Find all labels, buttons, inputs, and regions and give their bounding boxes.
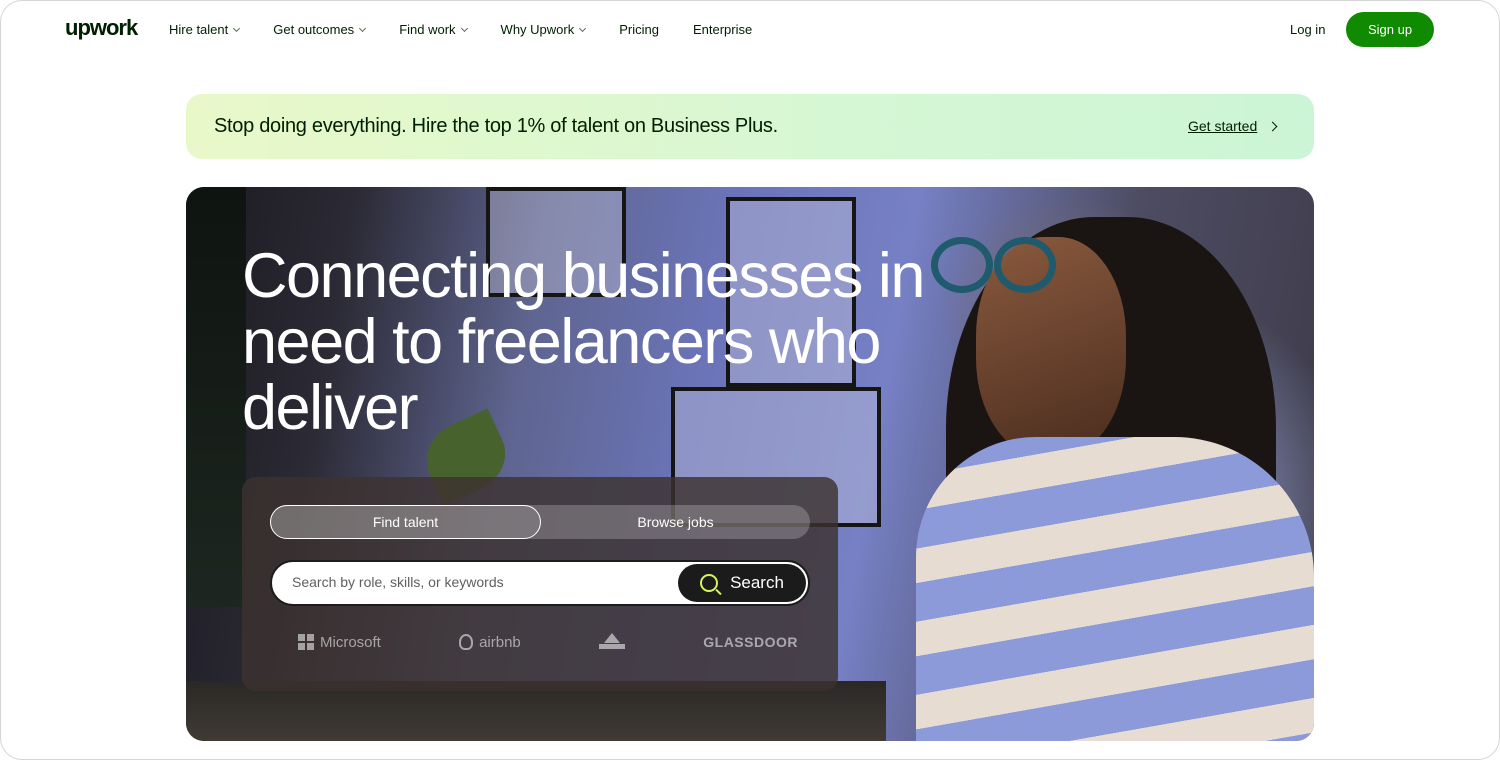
bissell-logo [599, 633, 626, 651]
page-frame: upwork Hire talent Get outcomes Find wor… [0, 0, 1500, 760]
nav-item-label: Find work [399, 22, 456, 37]
nav-item-find-work[interactable]: Find work [399, 22, 468, 37]
microsoft-logo: Microsoft [298, 634, 381, 651]
nav-item-get-outcomes[interactable]: Get outcomes [273, 22, 367, 37]
bissell-icon [599, 633, 626, 651]
nav-item-label: Get outcomes [273, 22, 355, 37]
promo-banner: Stop doing everything. Hire the top 1% o… [186, 94, 1314, 159]
chevron-right-icon [1267, 121, 1278, 131]
monitor-graphic [186, 187, 246, 607]
hero-title: Connecting businesses in need to freelan… [242, 241, 925, 443]
nav-item-label: Hire talent [169, 22, 229, 37]
nav-item-why-upwork[interactable]: Why Upwork [500, 22, 587, 37]
microsoft-logo-text: Microsoft [320, 633, 381, 651]
chevron-down-icon [233, 24, 241, 32]
microsoft-grid-icon [298, 634, 314, 650]
search-button[interactable]: Search [678, 564, 806, 602]
nav-item-hire-talent[interactable]: Hire talent [169, 22, 241, 37]
promo-banner-text: Stop doing everything. Hire the top 1% o… [214, 115, 778, 137]
nav-item-label: Why Upwork [500, 22, 575, 37]
main-nav: Hire talent Get outcomes Find work Why U… [169, 22, 786, 37]
top-navigation: upwork Hire talent Get outcomes Find wor… [1, 1, 1499, 59]
login-link[interactable]: Log in [1290, 22, 1325, 37]
person-sweater-graphic [916, 437, 1314, 741]
hero-section: Connecting businesses in need to freelan… [186, 187, 1314, 741]
airbnb-logo-text: airbnb [479, 633, 521, 651]
airbnb-icon [459, 634, 474, 650]
search-mode-toggle: Find talent Browse jobs [270, 505, 810, 539]
airbnb-logo: airbnb [459, 634, 521, 651]
search-box: Search [270, 560, 810, 606]
get-started-label: Get started [1188, 118, 1258, 134]
chevron-down-icon [359, 24, 367, 32]
signup-button[interactable]: Sign up [1346, 12, 1434, 47]
glasses-graphic [994, 237, 1056, 293]
search-icon [700, 574, 719, 592]
tab-find-talent[interactable]: Find talent [270, 505, 541, 539]
search-card: Find talent Browse jobs Search Microsoft… [242, 477, 838, 691]
nav-item-label: Pricing [619, 22, 659, 37]
search-button-label: Search [730, 573, 784, 592]
nav-item-label: Enterprise [692, 22, 753, 37]
glassdoor-logo: GLASSDOOR [703, 634, 798, 650]
trusted-by-logos: Microsoft airbnb GLASSDOOR [298, 627, 798, 657]
upwork-logo[interactable]: upwork [65, 15, 138, 41]
nav-item-pricing[interactable]: Pricing [619, 22, 659, 37]
chevron-down-icon [460, 24, 468, 32]
tab-browse-jobs[interactable]: Browse jobs [541, 505, 810, 539]
search-input[interactable] [292, 574, 662, 590]
get-started-link[interactable]: Get started [1188, 118, 1278, 134]
nav-item-enterprise[interactable]: Enterprise [693, 22, 752, 37]
chevron-down-icon [579, 24, 587, 32]
